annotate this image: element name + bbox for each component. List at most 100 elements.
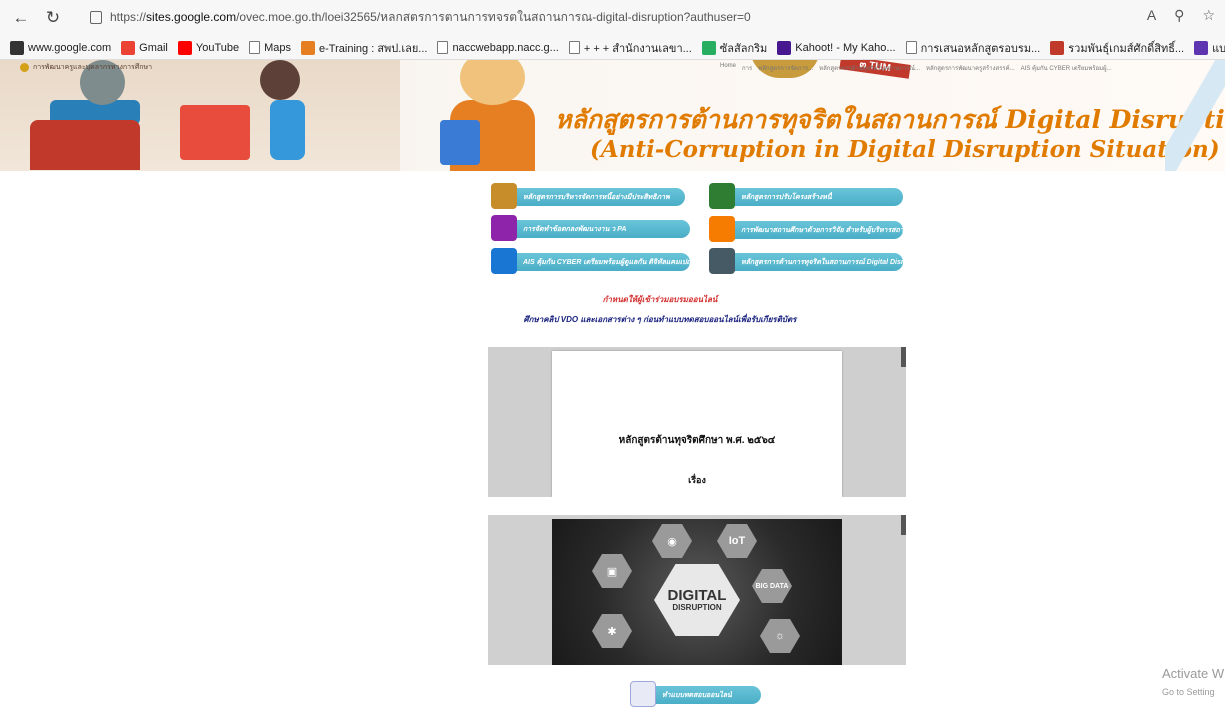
page-icon [249,41,261,54]
banner-illustration [0,60,400,171]
youtube-icon [177,40,192,55]
nav-button-1[interactable]: หลักสูตรการบริหารจัดการหนี้อย่างมีประสิท… [491,183,685,209]
image-viewer[interactable]: ◉ IoT ▣ BIG DATA ✱ ☼ DIGITAL DISRUPTION [488,515,906,665]
quiz-icon [630,681,656,707]
bookmark-label: + + + สำนักงานเลขา... [583,42,692,55]
bookmark-item[interactable]: Gmail [121,40,168,55]
zoom-icon[interactable]: ⚲ [1174,7,1184,24]
document-subtitle: เรื่อง [688,475,706,485]
bookmark-label: e-Training : สพป.เลย... [319,42,428,55]
bookmark-label: ซัลสัลกริม [719,42,768,55]
bookmark-item[interactable]: Maps [249,41,291,54]
bookmark-label: naccwebapp.nacc.g... [452,41,559,54]
address-bar[interactable]: https://sites.google.com/ovec.moe.go.th/… [90,8,751,27]
bookmark-item[interactable]: ซัลสัลกริม [701,39,768,57]
bookmark-item[interactable]: www.google.com [10,40,112,55]
banner-title-thai: หลักสูตรการต้านการทุจริตในสถานการณ์ Digi… [555,105,1225,134]
url-prefix: https:// [110,10,147,24]
reload-icon[interactable]: ↻ [42,7,64,29]
back-arrow-icon[interactable]: ← [10,7,32,29]
bookmark-item[interactable]: naccwebapp.nacc.g... [437,41,559,54]
bookmark-label: Maps [264,41,292,54]
nav-button-label: การจัดทำข้อตกลงพัฒนางาน ว PA [523,225,627,233]
nav-button-label: การพัฒนาสถานศึกษาด้วยการวิจัย สำหรับผู้บ… [741,226,903,234]
bookmark-item[interactable]: e-Training : สพป.เลย... [301,39,427,57]
bookmarks-bar: www.google.com Gmail YouTube Maps e-Training… [0,36,1225,60]
iot-badge: IoT [717,524,757,558]
gmail-icon [121,40,136,55]
document-scrollbar[interactable] [901,347,906,367]
nav-button-3[interactable]: การจัดทำข้อตกลงพัฒนางาน ว PA [491,215,690,241]
lock-icon [90,11,102,24]
money-icon [709,183,735,209]
bookmark-item[interactable]: การเสนอหลักสูตรอบรม... [905,39,1041,57]
nav-button-6[interactable]: หลักสูตรการต้านการทุจริตในสถานการณ์ Digi… [709,248,903,274]
kahoot-icon [777,40,792,55]
page-icon [568,41,580,54]
site-banner: การพัฒนาครูและบุคลากรทางการศึกษา ๓ TUM H… [0,60,1225,171]
nav-button-label: หลักสูตรการต้านการทุจริตในสถานการณ์ Digi… [741,258,903,266]
online-quiz-button[interactable]: ทำแบบทดสอบออนไลน์ [630,681,761,707]
digital-disruption-image: ◉ IoT ▣ BIG DATA ✱ ☼ DIGITAL DISRUPTION [552,519,842,665]
bookmark-item[interactable]: YouTube [177,40,240,55]
document-title: หลักสูตรต้านทุจริตศึกษา พ.ศ. ๒๕๖๔ [618,435,776,446]
nav-button-4[interactable]: การพัฒนาสถานศึกษาด้วยการวิจัย สำหรับผู้บ… [709,216,903,242]
big-data-badge: BIG DATA [752,569,792,603]
quiz-button-label: ทำแบบทดสอบออนไลน์ [662,691,732,699]
bookmark-item[interactable]: รวมพันธุ์เกมส์ศักดิ์สิทธิ์... [1050,39,1184,57]
network-icon [709,248,735,274]
topnav-item[interactable]: การ [742,63,752,73]
bulb-icon: ☼ [760,619,800,653]
teacher-illustration [440,60,550,171]
bookmark-label: แบบสำรวจความต้องกา... [1212,42,1225,55]
bookmark-label: YouTube [195,41,240,54]
topnav-item[interactable]: หลักสูตรการพัฒนาครูสร้างสรรค์... [926,63,1015,73]
notice-line-1: กำหนดให้ผู้เข้าร่วมอบรมออนไลน์ [602,295,718,304]
nav-button-5[interactable]: AIS คุ้มกัน CYBER เตรียมพร้อมผู้ดูแลกัน … [491,248,690,274]
leaf-icon [701,40,716,55]
bookmark-item[interactable]: + + + สำนักงานเลขา... [568,39,692,57]
document-viewer[interactable]: หลักสูตรต้านทุจริตศึกษา พ.ศ. ๒๕๖๔ เรื่อง [488,347,906,497]
bookmark-label: รวมพันธุ์เกมส์ศักดิ์สิทธิ์... [1068,42,1185,55]
bookmark-item[interactable]: แบบสำรวจความต้องกา... [1194,39,1225,57]
banner-decoration [1165,60,1225,171]
browser-toolbar: ← ↻ https://sites.google.com/ovec.moe.go… [0,0,1225,36]
activate-windows-subtext: Go to Setting [1162,687,1215,697]
topnav-item[interactable]: หลักสูตรการจัดการ... [758,63,813,73]
bookmark-label: การเสนอหลักสูตรอบรม... [920,42,1041,55]
car-icon: ▣ [592,554,632,588]
page-icon [437,41,449,54]
top-navigation: Home การ หลักสูตรการจัดการ... หลักสูตรการต้… [720,63,1112,73]
bookmark-item[interactable]: Kahoot! - My Kaho... [777,40,896,55]
document-page: หลักสูตรต้านทุจริตศึกษา พ.ศ. ๒๕๖๔ เรื่อง [552,351,842,497]
brain-icon: ◉ [652,524,692,558]
nav-button-label: หลักสูตรการบริหารจัดการหนี้อย่างมีประสิท… [523,193,670,201]
nav-button-label: หลักสูตรการปรับโครงสร้างหนี้ [741,193,832,201]
bookmark-label: Kahoot! - My Kaho... [795,41,896,54]
teacher-icon [709,216,735,242]
topnav-item[interactable]: AIS คุ้มกัน CYBER เตรียมพร้อมผู้... [1021,63,1112,73]
digital-text: DIGITAL [667,587,727,604]
banner-title-english: (Anti-Corruption in Digital Disruption S… [590,136,1220,163]
money-bag-icon [491,183,517,209]
molecule-icon: ✱ [592,614,632,648]
pencil-paper-icon [491,215,517,241]
notice-line-2: ศึกษาคลิป VDO และเอกสารต่าง ๆ ก่อนทำแบบท… [523,315,797,324]
page-icon [905,41,917,54]
activate-windows-watermark: Activate W [1162,666,1225,681]
bookmark-label: www.google.com [28,41,112,54]
topnav-item[interactable]: หลักสูตรการต้านทุจริตในสถานการณ์... [819,63,920,73]
url-path: /ovec.moe.go.th/loei32565/หลกสตรการตานกา… [236,10,751,24]
form-icon [1194,40,1209,55]
image-scrollbar[interactable] [901,515,906,535]
favorite-star-icon[interactable]: ☆ [1202,7,1215,24]
url-host: sites.google.com [146,10,237,24]
site-title[interactable]: การพัฒนาครูและบุคลากรทางการศึกษา [20,62,152,73]
nav-button-2[interactable]: หลักสูตรการปรับโครงสร้างหนี้ [709,183,903,209]
laptop-icon [491,248,517,274]
read-aloud-icon[interactable]: A [1147,7,1156,24]
topnav-item[interactable]: Home [720,63,736,73]
site-logo-icon [20,63,29,72]
nav-button-label: AIS คุ้มกัน CYBER เตรียมพร้อมผู้ดูแลกัน … [523,258,690,266]
square-icon [1050,40,1065,55]
